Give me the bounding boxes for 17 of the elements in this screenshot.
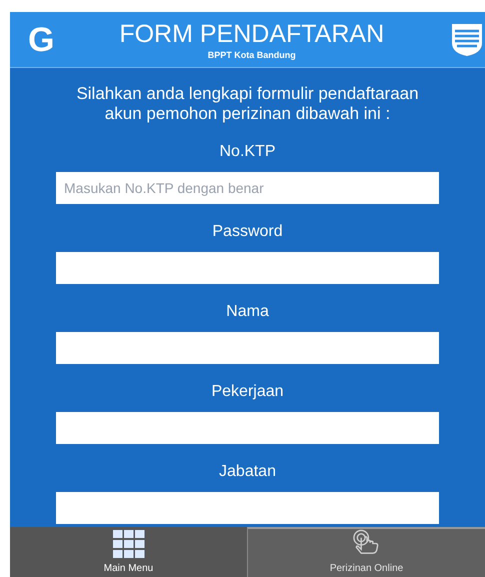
input-field[interactable] xyxy=(56,492,439,524)
field-label: Jabatan xyxy=(219,462,276,482)
field-label: No.KTP xyxy=(219,142,276,162)
header-subtitle: BPPT Kota Bandung xyxy=(208,50,296,60)
input-field[interactable] xyxy=(56,412,439,444)
nav-tab[interactable]: Perizinan Online xyxy=(247,527,485,577)
logo-letter: G xyxy=(28,22,54,56)
field-label: Password xyxy=(212,222,283,242)
input-field[interactable] xyxy=(56,252,439,284)
grid-icon xyxy=(112,530,144,558)
input-field[interactable]: Masukan No.KTP dengan benar xyxy=(56,172,439,204)
intro-text: Silahkan anda lengkapi formulir pendaftaraan akun pemohon perizinan dibawah ini : xyxy=(75,84,420,124)
field-label: Nama xyxy=(226,302,269,322)
nav-tab[interactable]: Main Menu xyxy=(10,527,247,577)
header-title: FORM PENDAFTARAN xyxy=(119,19,384,50)
field-label: Pekerjaan xyxy=(211,382,284,402)
input-field[interactable] xyxy=(56,332,439,364)
